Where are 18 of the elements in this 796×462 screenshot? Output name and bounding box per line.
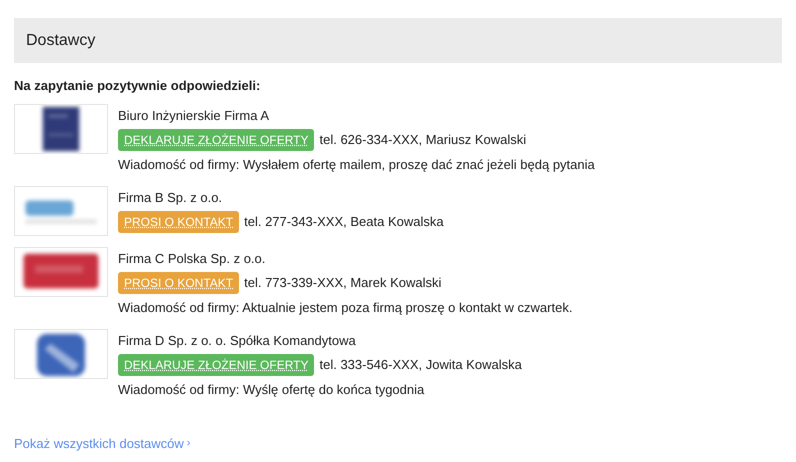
supplier-name: Firma C Polska Sp. z o.o. bbox=[118, 250, 266, 268]
supplier-message: Wiadomość od firmy: Wyślę ofertę do końca tygodnia bbox=[118, 381, 426, 399]
contact-info: tel. 773-339-XXX, Marek Kowalski bbox=[244, 274, 442, 292]
contact-info: tel. 626-334-XXX, Mariusz Kowalski bbox=[319, 131, 526, 150]
status-badge: PROSI O KONTAKT bbox=[118, 211, 240, 233]
supplier-name: Firma D Sp. z o. o. Spółka Komandytowa bbox=[118, 332, 357, 350]
contact-info: tel. 333-546-XXX, Jowita Kowalska bbox=[319, 356, 522, 374]
supplier-message: Wiadomość od firmy: Aktualnie jestem poza firmą proszę o kontakt w czwartek. bbox=[118, 299, 572, 317]
supplier-name: Firma B Sp. z o.o. bbox=[118, 188, 224, 207]
show-all-link[interactable]: Pokaż wszystkich dostawców › bbox=[14, 434, 190, 453]
status-badge: DEKLARUJE ZŁOŻENIE OFERTY bbox=[118, 129, 314, 151]
supplier-message: Wiadomość od firmy: Wysłałem ofertę mailem, proszę dać znać jeżeli będą pytania bbox=[118, 156, 595, 174]
status-badge: PROSI O KONTAKT bbox=[118, 272, 240, 294]
supplier-name: Biuro Inżynierskie Firma A bbox=[118, 106, 270, 125]
panel-title: Dostawcy bbox=[26, 30, 96, 50]
status-badge: DEKLARUJE ZŁOŻENIE OFERTY bbox=[118, 354, 314, 376]
contact-info: tel. 277-343-XXX, Beata Kowalska bbox=[244, 213, 444, 232]
intro-text: Na zapytanie pozytywnie odpowiedzieli: bbox=[14, 77, 262, 95]
